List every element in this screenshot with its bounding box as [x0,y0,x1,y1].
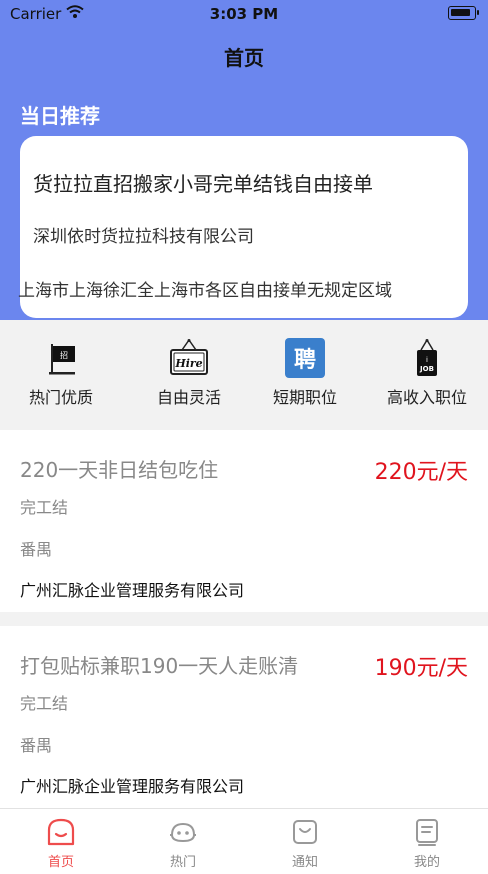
job-title: 220一天非日结包吃住 [20,458,219,482]
job-district: 番禺 [20,540,53,559]
recommended-job-title: 货拉拉直招搬家小哥完单结钱自由接单 [33,172,373,196]
profile-icon [416,819,438,846]
recommend-section-title: 当日推荐 [20,104,100,128]
job-company: 广州汇脉企业管理服务有限公司 [20,581,245,600]
svg-text:聘: 聘 [294,348,316,373]
job-company: 广州汇脉企业管理服务有限公司 [20,777,245,796]
svg-text:i: i [426,356,428,364]
pin-badge-icon: 聘 [285,338,325,378]
tab-profile[interactable]: 我的 [366,817,488,870]
svg-text:招: 招 [60,350,68,360]
recommended-job-area: 上海市上海徐汇全上海市各区自由接单无规定区域 [18,281,392,301]
tab-bar: 首页 热门 通知 我的 [0,808,488,874]
battery-icon [448,6,479,20]
job-settlement: 完工结 [20,694,69,713]
page-title: 首页 [224,46,264,70]
header-background: Carrier 3:03 PM 首页 当日推荐 货拉拉直招搬家小哥完单结钱自由接… [0,0,488,320]
category-row: 招 热门优质 Hire 自由灵活 聘 短期职位 i JOB 高收入职位 [0,320,488,430]
job-settlement: 完工结 [20,498,69,517]
svg-text:Hire: Hire [174,357,202,370]
svg-text:JOB: JOB [419,365,434,373]
category-short-term[interactable]: 聘 短期职位 [244,338,366,408]
hot-icon [170,822,196,843]
clock: 3:03 PM [209,5,279,23]
category-hot-quality[interactable]: 招 热门优质 [0,338,122,408]
tab-notice[interactable]: 通知 [244,817,366,870]
flag-icon: 招 [49,344,75,375]
job-card[interactable]: 220一天非日结包吃住 220元/天 完工结 番禺 广州汇脉企业管理服务有限公司 [0,430,488,612]
job-district: 番禺 [20,736,53,755]
job-title: 打包贴标兼职190一天人走账清 [20,654,299,678]
recommended-job-card[interactable]: 货拉拉直招搬家小哥完单结钱自由接单 深圳依时货拉拉科技有限公司 上海市上海徐汇全… [18,136,468,318]
home-icon [47,818,75,846]
hire-sign-icon: Hire [170,339,208,375]
recommended-job-company: 深圳依时货拉拉科技有限公司 [33,227,254,247]
tab-hot[interactable]: 热门 [122,817,244,870]
job-card[interactable]: 打包贴标兼职190一天人走账清 190元/天 完工结 番禺 广州汇脉企业管理服务… [0,626,488,808]
category-high-income[interactable]: i JOB 高收入职位 [366,338,488,408]
tab-home[interactable]: 首页 [0,817,122,870]
category-flexible[interactable]: Hire 自由灵活 [128,338,250,408]
job-sign-icon: i JOB [417,339,437,376]
job-pay: 190元/天 [374,656,468,681]
status-bar: Carrier 3:03 PM [0,0,488,28]
notice-icon [293,820,317,844]
job-pay: 220元/天 [374,460,468,485]
